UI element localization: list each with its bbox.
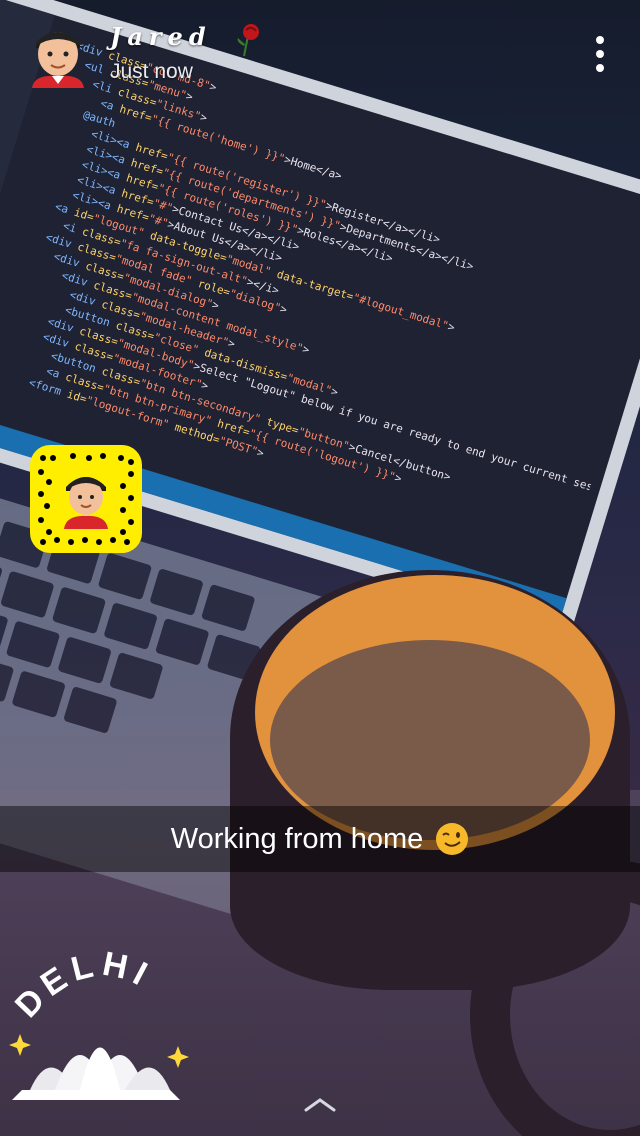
rose-icon — [232, 22, 264, 58]
username[interactable]: Jared — [110, 22, 212, 51]
snapcode-icon[interactable] — [30, 445, 142, 553]
caption-text: Working from home — [170, 822, 424, 855]
svg-text:DELHI: DELHI — [8, 950, 159, 1025]
chevron-up-icon[interactable] — [300, 1092, 340, 1116]
snap-view: <div class="col-md-8"> <ul class="menu">… — [0, 0, 640, 1136]
winking-face-icon — [435, 822, 469, 856]
geofilter-city: DELHI — [8, 945, 153, 1025]
caption-bar: Working from home — [0, 806, 640, 872]
bitmoji-avatar-icon[interactable] — [26, 18, 90, 88]
more-vertical-icon[interactable] — [582, 34, 618, 74]
timestamp: Just now — [110, 60, 193, 83]
delhi-geofilter: DELHI — [0, 945, 200, 1110]
